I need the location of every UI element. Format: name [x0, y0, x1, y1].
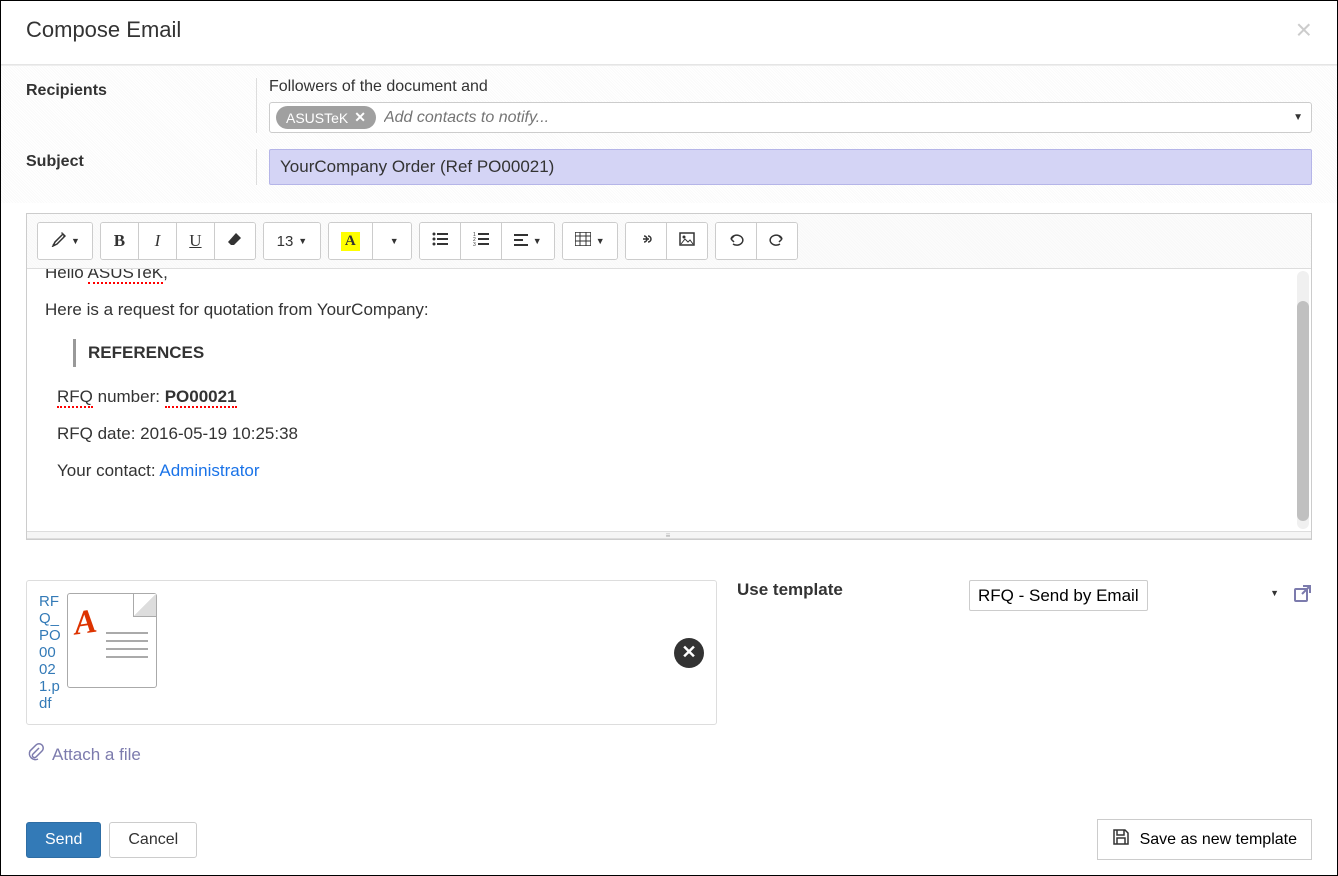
compose-email-modal: Compose Email × Recipients Followers of … [0, 0, 1338, 876]
references-block: REFERENCES [73, 339, 1293, 366]
modal-header: Compose Email × [1, 1, 1337, 65]
editor-toolbar: ▼ B I U 13 ▼ [27, 214, 1311, 269]
recipients-input[interactable] [384, 109, 1305, 127]
style-dropdown-button[interactable]: ▼ [38, 223, 92, 259]
greeting-hello: Hello [45, 269, 84, 282]
attachment-filename[interactable]: RFQ_PO00021.pdf [39, 593, 63, 712]
underline-button[interactable]: U [177, 223, 215, 259]
caret-down-icon: ▼ [71, 236, 80, 246]
subject-input[interactable] [269, 149, 1312, 185]
modal-body: Recipients Followers of the document and… [1, 65, 1337, 794]
eraser-icon [227, 232, 243, 250]
save-icon [1112, 828, 1130, 851]
scrollbar-thumb[interactable] [1297, 301, 1309, 521]
picture-icon [679, 232, 695, 250]
redo-button[interactable] [757, 223, 797, 259]
paragraph-dropdown-button[interactable]: ▼ [502, 223, 554, 259]
template-label: Use template [737, 580, 957, 766]
unordered-list-button[interactable] [420, 223, 461, 259]
caret-down-icon: ▼ [298, 236, 307, 246]
redo-icon [769, 232, 785, 250]
caret-down-icon: ▼ [390, 236, 399, 246]
ordered-list-button[interactable]: 123 [461, 223, 502, 259]
modal-title: Compose Email [26, 17, 181, 43]
recipients-dropdown-icon[interactable]: ▼ [1293, 112, 1303, 123]
attach-file-text: Attach a file [52, 745, 141, 765]
fontsize-value: 13 [277, 233, 294, 250]
bold-button[interactable]: B [101, 223, 139, 259]
save-template-text: Save as new template [1140, 831, 1297, 849]
scrollbar-track[interactable] [1297, 271, 1309, 529]
undo-icon [728, 232, 744, 250]
align-icon [514, 233, 528, 250]
tag-text: ASUSTeK [286, 110, 348, 126]
fontcolor-icon: A [341, 232, 360, 251]
picture-button[interactable] [667, 223, 707, 259]
fontcolor-button[interactable]: A [329, 223, 373, 259]
contact-link[interactable]: Administrator [159, 461, 259, 480]
resize-handle[interactable]: ≡ [27, 531, 1311, 539]
tag-remove-icon[interactable]: ✕ [354, 109, 366, 126]
caret-down-icon: ▼ [596, 236, 605, 246]
rfq-date-line: RFQ date: 2016-05-19 10:25:38 [57, 420, 1293, 447]
attachment-card: RFQ_PO00021.pdf A ✕ [26, 580, 717, 725]
subject-field [256, 149, 1312, 185]
subject-row: Subject [26, 141, 1312, 203]
list-ul-icon [432, 232, 448, 250]
close-icon[interactable]: × [1296, 16, 1312, 44]
template-area: Use template RFQ - Send by Email [737, 580, 1312, 766]
undo-button[interactable] [716, 223, 757, 259]
paperclip-icon [26, 743, 44, 766]
table-dropdown-button[interactable]: ▼ [563, 223, 617, 259]
subject-label: Subject [26, 149, 256, 171]
followers-text: Followers of the document and [269, 78, 1312, 96]
recipients-field: Followers of the document and ASUSTeK ✕ … [256, 78, 1312, 133]
recipients-row: Recipients Followers of the document and… [26, 66, 1312, 141]
external-link-icon[interactable] [1293, 580, 1312, 608]
intro-line: Here is a request for quotation from You… [45, 296, 1293, 323]
link-button[interactable] [626, 223, 667, 259]
pdf-icon: A [67, 593, 157, 688]
lower-section: RFQ_PO00021.pdf A ✕ Attach a file Use te… [1, 540, 1337, 776]
rfq-date: 2016-05-19 10:25:38 [140, 424, 298, 443]
caret-down-icon: ▼ [533, 236, 542, 246]
svg-text:3: 3 [473, 242, 476, 246]
rfq-number: PO00021 [165, 387, 237, 408]
rfq-number-line: RFQ number: PO00021 [57, 383, 1293, 410]
editor-container: ▼ B I U 13 ▼ [26, 213, 1312, 540]
greeting-line: Hello ASUSTeK, [45, 269, 1293, 286]
list-ol-icon: 123 [473, 232, 489, 250]
form-section: Recipients Followers of the document and… [1, 65, 1337, 203]
send-button[interactable]: Send [26, 822, 101, 858]
recipients-label: Recipients [26, 78, 256, 100]
template-select[interactable]: RFQ - Send by Email [969, 580, 1148, 611]
references-heading: REFERENCES [88, 339, 1293, 366]
recipients-input-wrap[interactable]: ASUSTeK ✕ ▼ [269, 102, 1312, 133]
recipient-tag: ASUSTeK ✕ [276, 106, 376, 129]
save-template-button[interactable]: Save as new template [1097, 819, 1312, 860]
link-icon [638, 232, 654, 250]
contact-line: Your contact: Administrator [57, 457, 1293, 484]
fontsize-dropdown-button[interactable]: 13 ▼ [264, 223, 320, 259]
attach-file-link[interactable]: Attach a file [26, 743, 717, 766]
magic-icon [50, 231, 66, 251]
table-icon [575, 232, 591, 250]
modal-footer: Send Cancel Save as new template [1, 804, 1337, 875]
attachment-area: RFQ_PO00021.pdf A ✕ Attach a file [26, 580, 717, 766]
cancel-button[interactable]: Cancel [109, 822, 197, 858]
italic-button[interactable]: I [139, 223, 177, 259]
erase-button[interactable] [215, 223, 255, 259]
greeting-name: ASUSTeK [88, 269, 164, 284]
editor-body[interactable]: Hello ASUSTeK, Here is a request for quo… [27, 269, 1311, 531]
remove-attachment-icon[interactable]: ✕ [674, 638, 704, 668]
rfq-label: RFQ [57, 387, 93, 408]
fontcolor-dropdown-button[interactable]: ▼ [373, 223, 411, 259]
